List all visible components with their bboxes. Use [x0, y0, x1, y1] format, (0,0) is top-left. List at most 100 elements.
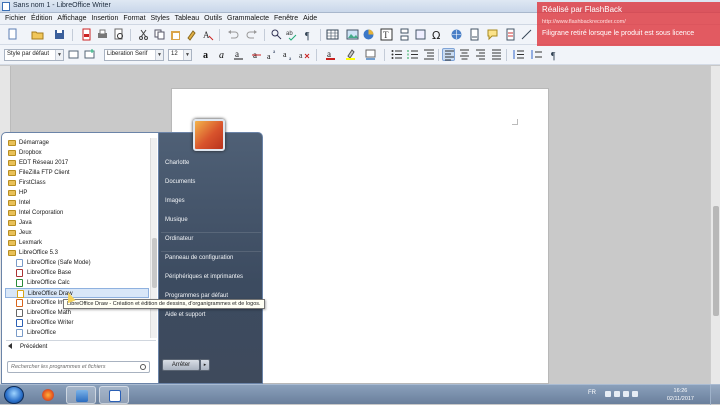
menu-grammalecte[interactable]: Grammalecte	[225, 13, 272, 24]
clock[interactable]: 16:26 02/11/2017	[667, 387, 694, 403]
strikethrough-icon[interactable]: a	[250, 48, 263, 61]
list-item[interactable]: Intel	[5, 198, 149, 208]
scrollbar-thumb[interactable]	[713, 206, 719, 316]
background-color-icon[interactable]	[364, 48, 377, 61]
menu-fenetre[interactable]: Fenêtre	[272, 13, 301, 24]
shutdown-button[interactable]: Arrêter	[162, 359, 200, 371]
font-size-select[interactable]: 12 ▼	[168, 49, 192, 61]
find-replace-icon[interactable]	[270, 28, 283, 41]
tray-expand-icon[interactable]	[605, 391, 611, 397]
export-pdf-icon[interactable]	[80, 28, 93, 41]
new-document-icon[interactable]	[6, 28, 19, 41]
volume-icon[interactable]	[623, 391, 629, 397]
place-user[interactable]: Charlotte	[161, 157, 261, 176]
taskbar-writer[interactable]	[99, 386, 129, 404]
place-documents[interactable]: Documents	[161, 176, 261, 195]
special-character-icon[interactable]: Ω	[431, 28, 444, 42]
list-item[interactable]: LibreOffice Calc	[5, 278, 149, 288]
battery-icon[interactable]	[632, 391, 638, 397]
list-item[interactable]: LibreOffice Base	[5, 268, 149, 278]
menu-insertion[interactable]: Insertion	[89, 13, 121, 24]
place-help-support[interactable]: Aide et support	[161, 309, 261, 328]
place-music[interactable]: Musique	[161, 214, 261, 233]
subscript-icon[interactable]: aa	[282, 48, 295, 62]
paragraph-spacing-icon[interactable]	[530, 48, 543, 61]
scrollbar-thumb[interactable]	[152, 238, 157, 288]
user-avatar[interactable]	[193, 119, 225, 151]
insert-table-icon[interactable]	[326, 28, 339, 41]
new-style-icon[interactable]	[83, 48, 96, 61]
list-item[interactable]: LibreOffice	[5, 328, 149, 338]
list-item[interactable]: LibreOffice Math	[5, 308, 149, 318]
save-icon[interactable]	[53, 28, 66, 41]
network-icon[interactable]	[614, 391, 620, 397]
list-item[interactable]: LibreOffice Writer	[5, 318, 149, 328]
language-indicator[interactable]: FR	[588, 390, 596, 396]
list-item[interactable]: FileZilla FTP Client	[5, 168, 149, 178]
hyperlink-icon[interactable]	[450, 28, 463, 41]
paragraph-dialog-icon[interactable]: ¶	[548, 48, 561, 62]
show-desktop-button[interactable]	[710, 385, 720, 405]
indent-icon[interactable]	[422, 48, 435, 61]
back-button[interactable]: Précédent	[8, 343, 47, 350]
print-icon[interactable]	[96, 28, 109, 41]
update-style-icon[interactable]	[67, 48, 80, 61]
list-item[interactable]: Lexmark	[5, 238, 149, 248]
list-item[interactable]: Java	[5, 218, 149, 228]
menu-outils[interactable]: Outils	[202, 13, 225, 24]
track-changes-icon[interactable]	[504, 28, 517, 41]
italic-icon[interactable]: a	[216, 48, 229, 61]
list-item[interactable]: Intel Corporation	[5, 208, 149, 218]
place-control-panel[interactable]: Panneau de configuration	[161, 252, 261, 271]
list-item[interactable]: LibreOffice 5.3	[5, 248, 149, 258]
search-input[interactable]: Rechercher les programmes et fichiers	[7, 361, 150, 373]
list-item[interactable]: LibreOffice Draw	[5, 288, 149, 298]
place-devices-printers[interactable]: Périphériques et imprimantes	[161, 271, 261, 290]
font-color-icon[interactable]: a	[324, 48, 337, 61]
list-item[interactable]: FirstClass	[5, 178, 149, 188]
list-item[interactable]: LibreOffice (Safe Mode)	[5, 258, 149, 268]
vertical-scrollbar[interactable]	[710, 66, 720, 384]
menu-fichier[interactable]: Fichier	[3, 13, 29, 24]
insert-pagebreak-icon[interactable]	[398, 28, 411, 41]
bullet-list-icon[interactable]	[390, 48, 403, 61]
list-item[interactable]: EDT Réseau 2017	[5, 158, 149, 168]
menu-tableau[interactable]: Tableau	[173, 13, 203, 24]
chevron-down-icon[interactable]: ▼	[183, 50, 191, 60]
insert-image-icon[interactable]	[346, 28, 359, 41]
list-item[interactable]: Dropbox	[5, 148, 149, 158]
align-left-icon[interactable]	[442, 48, 455, 61]
list-item[interactable]: HP	[5, 188, 149, 198]
insert-textbox-icon[interactable]: T	[380, 28, 393, 41]
footnote-icon[interactable]	[468, 28, 481, 41]
redo-icon[interactable]	[246, 28, 259, 41]
place-computer[interactable]: Ordinateur	[161, 233, 261, 252]
paragraph-style-select[interactable]: Style par défaut ▼	[4, 49, 64, 61]
menu-styles[interactable]: Styles	[149, 13, 173, 24]
menu-format[interactable]: Format	[121, 13, 148, 24]
print-preview-icon[interactable]	[112, 28, 125, 41]
list-item[interactable]: Jeux	[5, 228, 149, 238]
start-button[interactable]	[4, 386, 24, 404]
insert-field-icon[interactable]	[414, 28, 427, 41]
align-right-icon[interactable]	[474, 48, 487, 61]
chevron-down-icon[interactable]: ▼	[155, 50, 163, 60]
menu-edition[interactable]: Édition	[29, 13, 55, 24]
bold-icon[interactable]: a	[200, 48, 213, 61]
copy-icon[interactable]	[153, 28, 166, 41]
menu-aide[interactable]: Aide	[301, 13, 320, 24]
paste-icon[interactable]	[169, 28, 182, 41]
open-folder-icon[interactable]	[31, 28, 44, 41]
clear-formatting-icon[interactable]: A	[201, 28, 214, 41]
taskbar-firefox[interactable]	[33, 386, 63, 404]
shutdown-options-icon[interactable]: ▸	[200, 359, 210, 371]
taskbar-explorer[interactable]	[66, 386, 96, 404]
clone-formatting-icon[interactable]	[185, 28, 198, 41]
spelling-icon[interactable]: ab	[286, 28, 299, 41]
character-highlight-icon[interactable]	[344, 48, 357, 61]
list-item[interactable]: Démarrage	[5, 138, 149, 148]
font-name-select[interactable]: Liberation Serif ▼	[104, 49, 164, 61]
align-center-icon[interactable]	[458, 48, 471, 61]
place-images[interactable]: Images	[161, 195, 261, 214]
comment-icon[interactable]	[486, 28, 499, 41]
